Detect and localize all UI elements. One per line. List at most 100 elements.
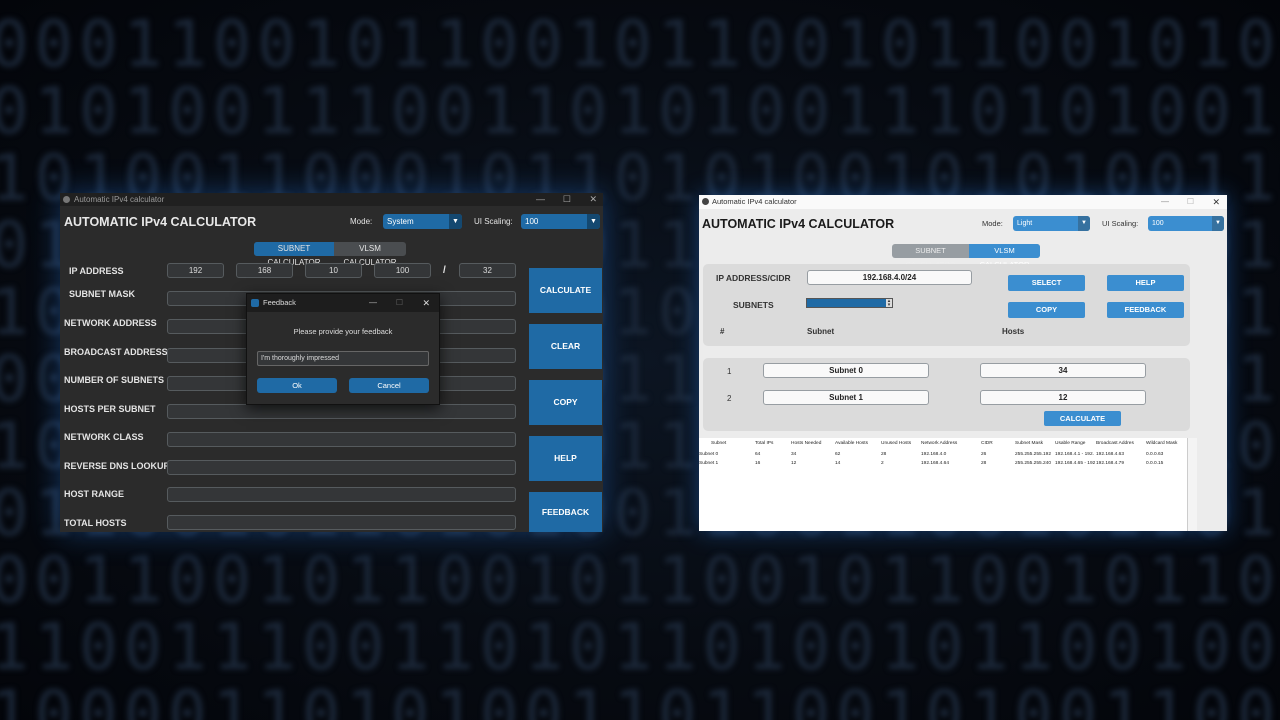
network-class-label: NETWORK CLASS xyxy=(64,432,144,442)
ui-scaling-select[interactable]: 100 ▼ xyxy=(521,214,600,229)
minimize-button[interactable]: — xyxy=(369,294,377,312)
results-cell: 12 xyxy=(791,461,797,466)
results-cell: 0.0.0.15 xyxy=(1146,461,1164,466)
hosts-input[interactable]: 34 xyxy=(980,363,1146,378)
mode-value: System xyxy=(387,217,414,226)
ui-scaling-select[interactable]: 100 ▼ xyxy=(1148,216,1224,231)
ok-button[interactable]: Ok xyxy=(257,378,337,393)
feedback-dialog: Feedback — ☐ ✕ Please provide your feedb… xyxy=(246,293,440,405)
feedback-input[interactable]: I'm thoroughly impressed xyxy=(257,351,429,366)
cancel-button[interactable]: Cancel xyxy=(349,378,429,393)
ip-octet-2-input[interactable]: 168 xyxy=(236,263,293,278)
ui-scaling-value: 100 xyxy=(525,217,539,226)
chevron-down-icon: ▼ xyxy=(449,214,462,229)
binary-row: 000110010110010110010110010100010101110 xyxy=(0,8,1280,82)
results-cell: 192.168.4.79 xyxy=(1096,461,1125,466)
binary-row: 100001101010011011001010011001010111010 xyxy=(0,678,1280,720)
results-cell: 26 xyxy=(981,452,987,457)
number-of-subnets-label: NUMBER OF SUBNETS xyxy=(64,375,165,385)
results-cell: 64 xyxy=(755,452,761,457)
results-column-header: Usable Range xyxy=(1055,441,1086,446)
results-column-header: Unused Hosts xyxy=(881,441,912,446)
results-column-header: Network Address xyxy=(921,441,958,446)
calculate-button[interactable]: CALCULATE xyxy=(1044,411,1121,426)
results-cell: 14 xyxy=(835,461,841,466)
maximize-button[interactable]: ☐ xyxy=(563,193,571,206)
results-column-header: Subnet xyxy=(711,441,727,446)
tab-vlsm-calculator[interactable]: VLSM CALCULATOR xyxy=(969,244,1040,269)
close-button[interactable]: ✕ xyxy=(422,294,430,312)
app-icon xyxy=(702,198,709,205)
row-number: 1 xyxy=(727,367,732,376)
binary-row: 010100111001101010011101010011011001101 xyxy=(0,75,1280,149)
mode-select[interactable]: Light ▼ xyxy=(1013,216,1090,231)
close-button[interactable]: ✕ xyxy=(1212,195,1220,209)
binary-row: 001100101100101100101100101100101100101 xyxy=(0,544,1280,618)
input-card: IP ADDRESS/CIDR 192.168.4.0/24 SUBNETS 2… xyxy=(703,264,1190,346)
results-column-header: Broadcast Addres xyxy=(1096,441,1134,446)
close-button[interactable]: ✕ xyxy=(589,193,597,206)
spin-arrows-icon: ▴ ▾ xyxy=(886,298,892,308)
results-cell: 192.168.4.65 - 192 xyxy=(1055,461,1096,466)
broadcast-address-label: BROADCAST ADDRESS xyxy=(64,347,168,357)
results-cell: 28 xyxy=(981,461,987,466)
results-cell: 192.168.4.1 - 192. xyxy=(1055,452,1094,457)
ip-octet-4-input[interactable]: 100 xyxy=(374,263,431,278)
tab-vlsm-calculator[interactable]: VLSM CALCULATOR xyxy=(334,242,406,267)
maximize-button[interactable]: ☐ xyxy=(396,294,403,312)
app-title: AUTOMATIC IPv4 CALCULATOR xyxy=(702,217,895,231)
clear-button[interactable]: CLEAR xyxy=(529,324,602,369)
results-cell: 192.168.4.64 xyxy=(921,461,950,466)
feedback-button[interactable]: FEEDBACK xyxy=(529,492,602,532)
feedback-app-icon xyxy=(251,299,259,307)
reverse-dns-label: REVERSE DNS LOOKUP xyxy=(64,461,170,471)
results-cell: 255.255.255.192 xyxy=(1015,452,1052,457)
cidr-input[interactable]: 32 xyxy=(459,263,516,278)
help-button[interactable]: HELP xyxy=(1107,275,1184,291)
chevron-down-icon: ▼ xyxy=(587,214,600,229)
select-button[interactable]: SELECT xyxy=(1008,275,1085,291)
mode-value: Light xyxy=(1017,220,1033,227)
results-column-header: CIDR xyxy=(981,441,993,446)
results-scrollbar[interactable] xyxy=(1187,438,1197,531)
binary-row: 110011100110101101001011001001011100111 xyxy=(0,611,1280,685)
copy-button[interactable]: COPY xyxy=(1008,302,1085,318)
mode-select[interactable]: System ▼ xyxy=(383,214,462,229)
tab-subnet-calculator[interactable]: SUBNET CALCULATOR xyxy=(892,244,969,269)
column-header-subnet: Subnet xyxy=(807,327,835,336)
feedback-button[interactable]: FEEDBACK xyxy=(1107,302,1184,318)
subnets-value: 2 xyxy=(809,300,813,306)
results-cell: 255.255.255.240 xyxy=(1015,461,1052,466)
ip-cidr-input[interactable]: 192.168.4.0/24 xyxy=(807,270,972,285)
results-cell: 192.168.4.63 xyxy=(1096,452,1125,457)
total-hosts-label: TOTAL HOSTS xyxy=(64,518,127,528)
ip-octet-1-input[interactable]: 192 xyxy=(167,263,224,278)
help-button[interactable]: HELP xyxy=(529,436,602,481)
calculate-button[interactable]: CALCULATE xyxy=(529,268,602,313)
results-cell: 16 xyxy=(755,461,761,466)
tab-subnet-calculator[interactable]: SUBNET CALCULATOR xyxy=(254,242,334,267)
window-title: Automatic IPv4 calculator xyxy=(74,195,165,204)
app-icon xyxy=(63,196,70,203)
results-column-header: Total IPs xyxy=(755,441,774,446)
subnets-spinbox[interactable]: 2 ▴ ▾ xyxy=(806,298,893,308)
hosts-per-subnet-label: HOSTS PER SUBNET xyxy=(64,404,156,414)
subnet-name-input[interactable]: Subnet 1 xyxy=(763,390,929,405)
results-column-header: Subnet Mask xyxy=(1015,441,1043,446)
copy-button[interactable]: COPY xyxy=(529,380,602,425)
mode-label: Mode: xyxy=(982,219,1003,228)
ip-octet-3-input[interactable]: 10 xyxy=(305,263,362,278)
minimize-button[interactable]: — xyxy=(536,193,545,206)
chevron-down-icon: ▼ xyxy=(1212,216,1224,231)
network-class-field xyxy=(167,432,516,447)
subnet-list-card: 1 Subnet 0 34 2 Subnet 1 12 CALCULATE xyxy=(703,358,1190,431)
results-column-header: Hosts Needed xyxy=(791,441,822,446)
minimize-button[interactable]: — xyxy=(1161,195,1169,209)
hosts-input[interactable]: 12 xyxy=(980,390,1146,405)
cidr-slash: / xyxy=(443,265,446,276)
maximize-button[interactable]: ☐ xyxy=(1187,195,1194,209)
subnet-name-input[interactable]: Subnet 0 xyxy=(763,363,929,378)
host-range-label: HOST RANGE xyxy=(64,489,125,499)
subnets-label: SUBNETS xyxy=(733,300,774,310)
results-table: Subnet Total IPs Hosts Needed Available Hos… xyxy=(699,438,1197,531)
